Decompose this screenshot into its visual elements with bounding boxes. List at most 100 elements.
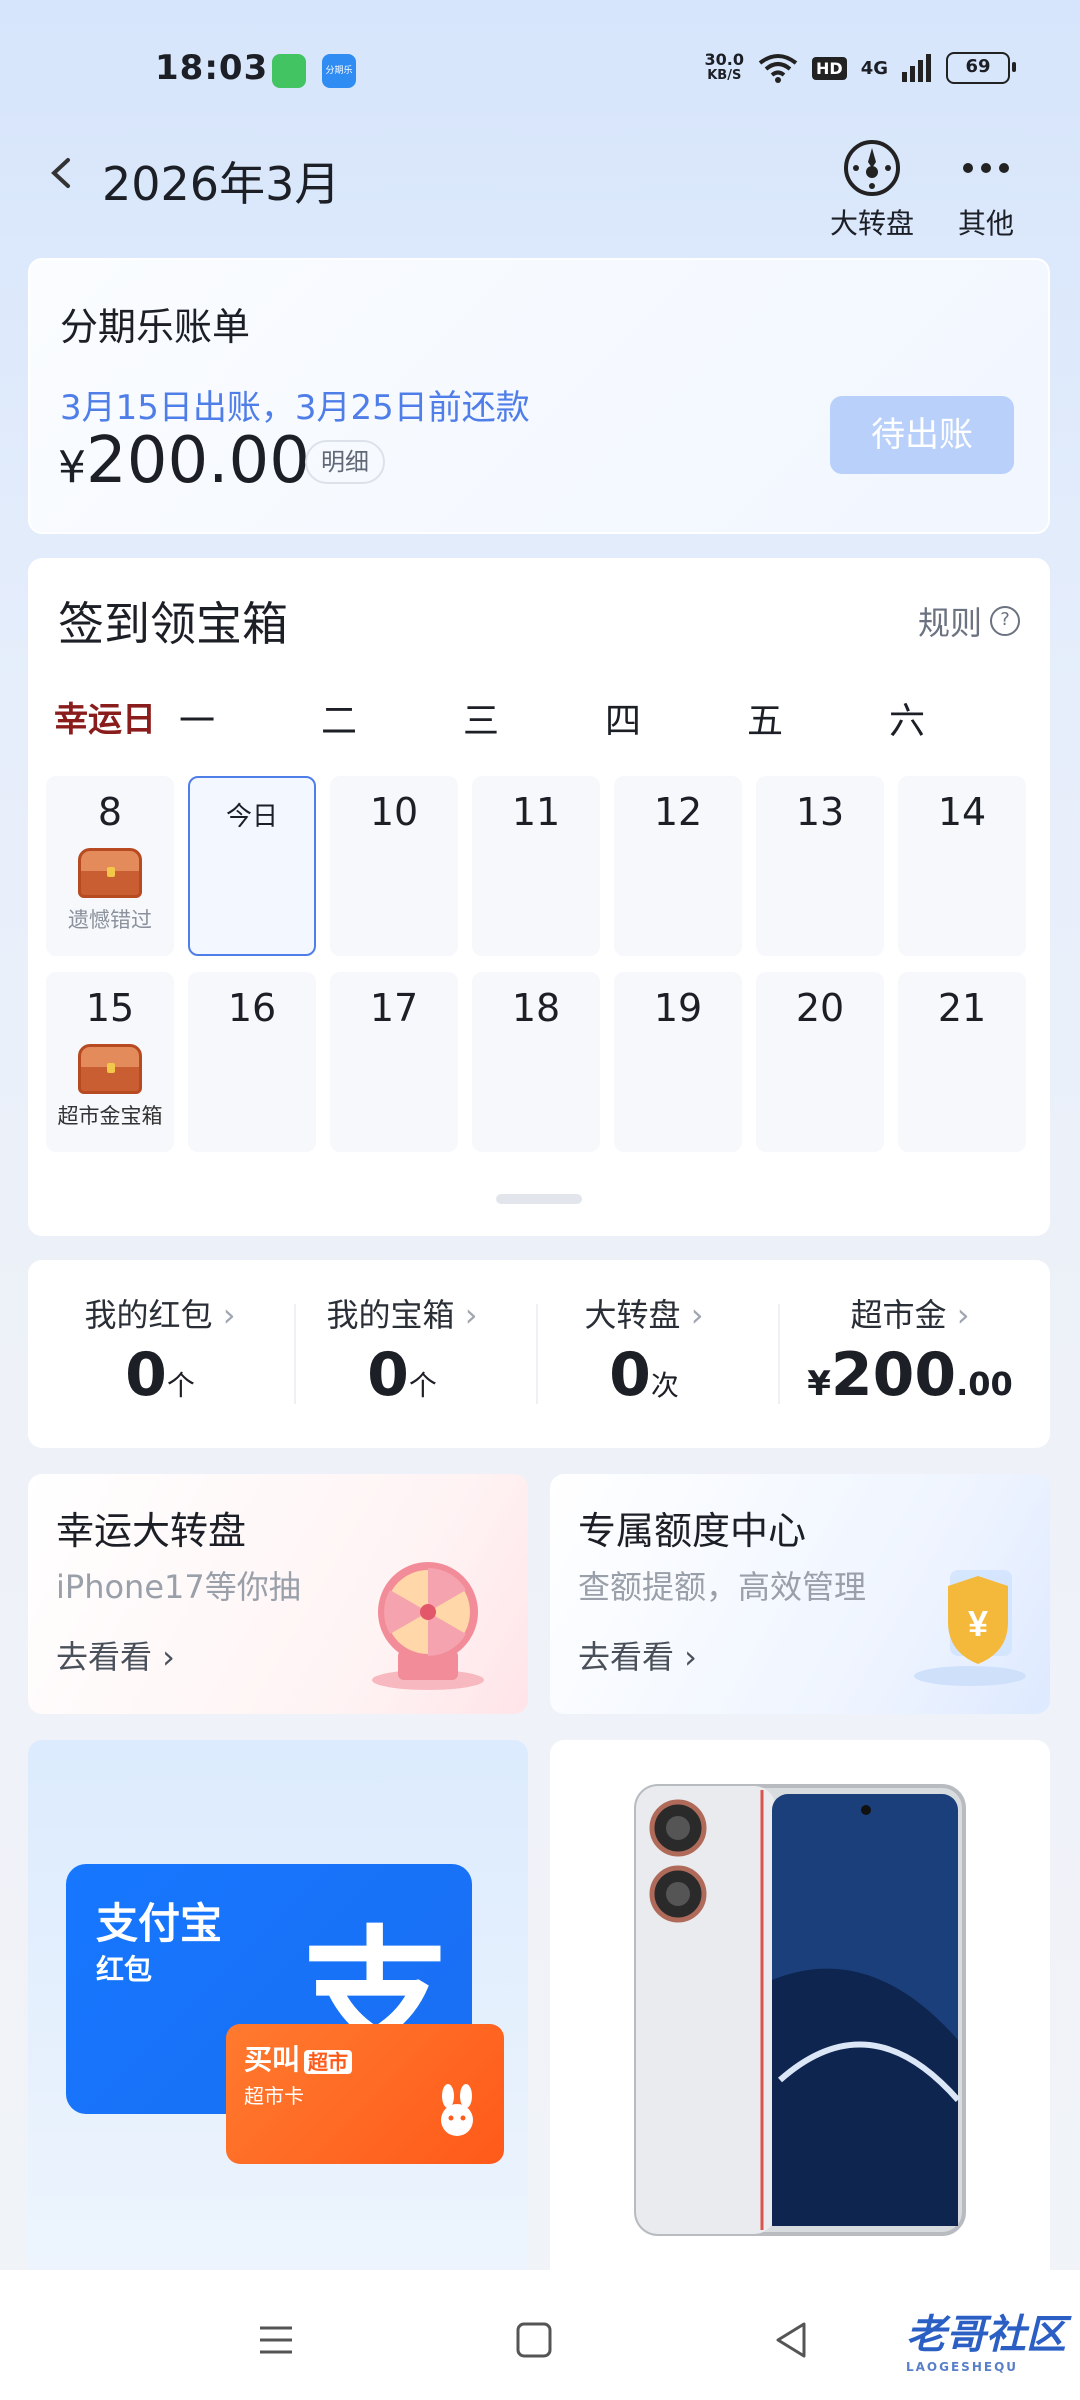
stat-label: 超市金 <box>790 1290 1030 1336</box>
market-brand: 买叫 超市 <box>244 2038 353 2078</box>
promo-cta[interactable]: 去看看 › <box>56 1632 175 1678</box>
day-cell[interactable]: 11 <box>472 776 600 956</box>
treasure-chest-icon <box>78 1044 142 1094</box>
day-number: 20 <box>795 986 845 1030</box>
watermark: 老哥社区 LAOGESHEQU <box>906 2302 1066 2374</box>
back-arrow-icon[interactable] <box>44 156 78 190</box>
day-cell-today[interactable]: 今日 <box>188 776 316 956</box>
credit-center-card[interactable]: 专属额度中心 查额提额，高效管理 去看看 › ¥ <box>550 1474 1050 1714</box>
alipay-redpacket-product[interactable]: 支付宝 红包 支 买叫 超市 超市卡 <box>28 1740 528 2300</box>
day-number: 15 <box>85 986 135 1030</box>
day-cell[interactable]: 12 <box>614 776 742 956</box>
net-speed-unit: KB/S <box>707 68 742 83</box>
market-card-label: 超市卡 <box>244 2084 304 2108</box>
day-cell[interactable]: 8 遗憾错过 <box>46 776 174 956</box>
watermark-sub: LAOGESHEQU <box>906 2360 1019 2374</box>
alipay-subtitle: 红包 <box>96 1953 153 1986</box>
promo-subtitle: iPhone17等你抽 <box>56 1568 301 1606</box>
help-icon: ? <box>990 606 1020 636</box>
day-cell[interactable]: 10 <box>330 776 458 956</box>
stat-label: 我的红包 <box>40 1290 280 1336</box>
wheel-button-label: 大转盘 <box>829 207 914 240</box>
svg-text:¥: ¥ <box>968 1603 988 1644</box>
shield-yen-icon: ¥ <box>914 1570 1026 1686</box>
watermark-text: 老哥社区 <box>906 2312 1066 2358</box>
day-cell[interactable]: 15 超市金宝箱 <box>46 972 174 1152</box>
more-button-label: 其他 <box>957 207 1014 240</box>
stat-treasure-box[interactable]: 我的宝箱 0个 <box>282 1290 522 1410</box>
net-speed-value: 30.0 <box>704 50 745 69</box>
day-number: 21 <box>937 986 987 1030</box>
weekday-thu: 四 <box>604 701 641 742</box>
weekday-fri: 五 <box>746 701 783 742</box>
home-square-icon[interactable] <box>504 2310 564 2370</box>
weekday-wed: 三 <box>462 701 499 742</box>
stat-value: 0 <box>367 1340 409 1410</box>
status-time: 18:03 <box>155 48 269 88</box>
stat-unit: 个 <box>408 1369 437 1402</box>
day-cell[interactable]: 18 <box>472 972 600 1152</box>
net-speed: 30.0 KB/S <box>705 52 744 84</box>
checkin-title: 签到领宝箱 <box>58 597 288 651</box>
prize-wheel-icon <box>372 1562 484 1690</box>
lucky-wheel-card[interactable]: 幸运大转盘 iPhone17等你抽 去看看 › <box>28 1474 528 1714</box>
bill-card[interactable]: 分期乐账单 3月15日出账，3月25日前还款 ¥200.00 明细 待出账 <box>28 258 1050 534</box>
menu-icon[interactable] <box>246 2310 306 2370</box>
bill-title: 分期乐账单 <box>60 305 251 349</box>
treasure-chest-icon <box>78 848 142 898</box>
fenqile-app-icon: 分期乐 <box>322 54 356 88</box>
wheel-icon <box>844 140 900 196</box>
currency-symbol: ¥ <box>58 442 86 493</box>
stat-market-gold[interactable]: 超市金 ¥200.00 <box>790 1290 1030 1410</box>
stat-wheel[interactable]: 大转盘 0次 <box>524 1290 764 1410</box>
status-indicators: 30.0 KB/S HD 4G 69 <box>705 52 1016 84</box>
bill-due-info: 3月15日出账，3月25日前还款 <box>60 388 530 428</box>
currency-symbol: ¥ <box>807 1364 831 1404</box>
day-cell[interactable]: 14 <box>898 776 1026 956</box>
detail-button[interactable]: 明细 <box>305 440 385 484</box>
stat-label: 大转盘 <box>524 1290 764 1336</box>
back-triangle-icon[interactable] <box>762 2310 822 2370</box>
promo-subtitle: 查额提额，高效管理 <box>578 1568 867 1606</box>
day-number: 今日 <box>225 802 278 832</box>
pending-bill-button[interactable]: 待出账 <box>830 396 1014 474</box>
day-cell[interactable]: 20 <box>756 972 884 1152</box>
weekday-tue: 二 <box>320 701 357 742</box>
promo-cta[interactable]: 去看看 › <box>578 1632 697 1678</box>
stat-label: 我的宝箱 <box>282 1290 522 1336</box>
network-label: 4G <box>860 57 888 79</box>
smartphone-image <box>634 1784 966 2236</box>
day-caption: 遗憾错过 <box>68 908 152 932</box>
stat-value: 0 <box>125 1340 167 1410</box>
hd-badge: HD <box>812 56 847 80</box>
more-button[interactable]: 其他 <box>936 138 1036 242</box>
day-number: 19 <box>653 986 703 1030</box>
day-cell[interactable]: 19 <box>614 972 742 1152</box>
day-number: 14 <box>937 790 987 834</box>
day-number: 13 <box>795 790 845 834</box>
divider <box>778 1304 780 1404</box>
day-cell[interactable]: 13 <box>756 776 884 956</box>
stat-unit: 次 <box>650 1369 679 1402</box>
day-number: 16 <box>227 986 277 1030</box>
promo-title: 幸运大转盘 <box>56 1509 247 1553</box>
weekday-mon: 一 <box>178 701 215 742</box>
day-number: 17 <box>369 986 419 1030</box>
stat-unit: 个 <box>166 1369 195 1402</box>
market-badge: 超市 <box>304 2050 353 2074</box>
stat-red-packet[interactable]: 我的红包 0个 <box>40 1290 280 1410</box>
bill-amount: ¥200.00 <box>58 424 310 498</box>
day-cell[interactable]: 16 <box>188 972 316 1152</box>
wheel-button[interactable]: 大转盘 <box>822 138 922 242</box>
more-icon <box>963 163 1009 173</box>
day-cell[interactable]: 17 <box>330 972 458 1152</box>
battery-indicator: 69 <box>946 52 1016 84</box>
day-number: 8 <box>97 790 123 834</box>
market-brand-text: 买叫 <box>244 2043 301 2076</box>
day-cell[interactable]: 21 <box>898 972 1026 1152</box>
weekday-sat: 六 <box>888 701 925 742</box>
day-number: 12 <box>653 790 703 834</box>
signal-icon <box>902 54 931 82</box>
rules-link[interactable]: 规则 ? <box>918 598 1020 644</box>
phone-product[interactable] <box>550 1740 1050 2300</box>
